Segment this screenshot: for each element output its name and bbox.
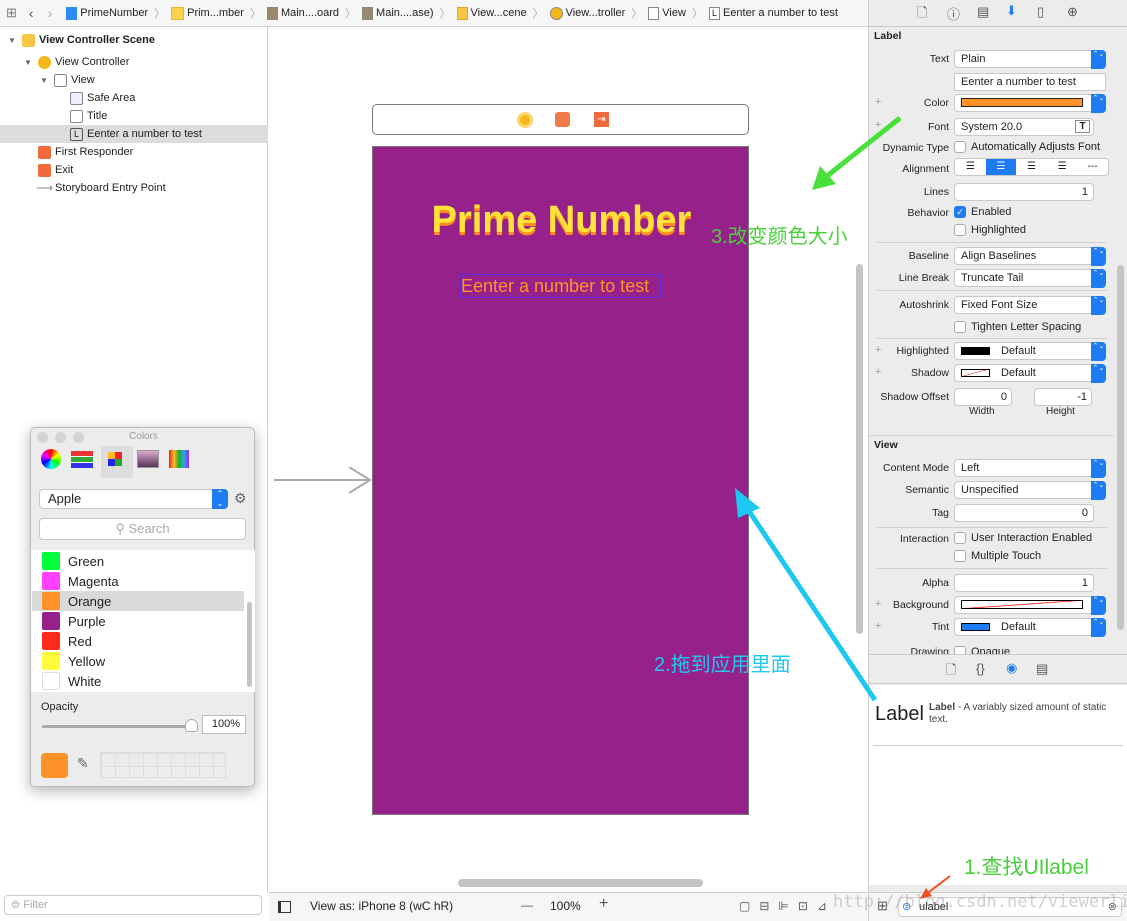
annotation-step1: 1.查找UIlabel xyxy=(964,856,1089,879)
watermark: http://blog.csdn.net/viewerlin xyxy=(833,892,1127,912)
arrow-step3 xyxy=(812,116,902,190)
annotation-step2: 2.拖到应用里面 xyxy=(654,654,791,676)
annotation-arrows xyxy=(735,116,951,899)
annotation-step3: 3.改变颜色大小 xyxy=(711,226,848,248)
